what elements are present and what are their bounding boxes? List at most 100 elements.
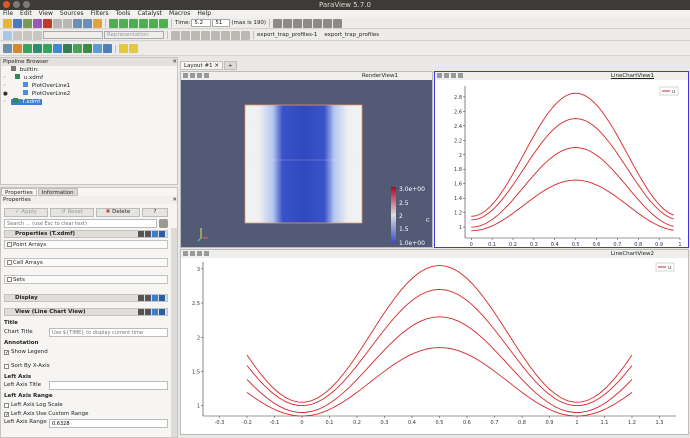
save-default-icon[interactable]	[159, 231, 165, 237]
loop-icon[interactable]	[159, 18, 168, 28]
disconnect-icon[interactable]	[43, 18, 52, 28]
next-frame-icon[interactable]	[139, 18, 148, 28]
chart2-plot[interactable]: 3 2.5 2 1.5 1 -0.3 -0.2 -0.1 0 0.1 0.2 0.3 0.4 0.5 0.6…	[181, 258, 688, 434]
clip-filter-icon[interactable]	[23, 44, 32, 53]
close-panel-icon[interactable]: ✕	[172, 196, 177, 204]
rescale-custom-icon[interactable]	[23, 30, 32, 40]
first-frame-icon[interactable]	[109, 18, 118, 28]
delete-button[interactable]: ✖ Delete	[96, 208, 140, 217]
tree-item-u-xdmf[interactable]: ◦ u.xdmf	[1, 74, 177, 82]
render-view[interactable]: RenderView1 3.0e+00 2.5 2 1.5 1.0e+00 u	[180, 71, 433, 248]
reset-default-icon[interactable]	[152, 295, 158, 301]
reset-default-icon[interactable]	[152, 231, 158, 237]
maximize-view-icon[interactable]	[451, 73, 456, 78]
open-file-icon[interactable]	[3, 18, 12, 28]
paste-icon[interactable]	[145, 309, 151, 315]
representation-select[interactable]: Representation	[104, 31, 164, 39]
zoom-to-data-icon[interactable]	[283, 18, 292, 28]
menu-macros[interactable]: Macros	[169, 10, 190, 18]
glyph-filter-icon[interactable]	[63, 44, 72, 53]
cell-arrays-checkbox[interactable]	[7, 260, 12, 265]
close-window-button[interactable]	[3, 1, 10, 8]
close-tab-icon[interactable]: ✕	[214, 63, 219, 69]
sets-box[interactable]: Sets	[4, 275, 168, 284]
recent-files-icon[interactable]	[23, 18, 32, 28]
split-horizontal-icon[interactable]	[183, 251, 188, 256]
stream-tracer-filter-icon[interactable]	[73, 44, 82, 53]
close-view-icon[interactable]	[204, 251, 209, 256]
apply-button[interactable]: ✓ Apply	[4, 208, 48, 217]
maximize-view-icon[interactable]	[197, 73, 202, 78]
play-icon[interactable]	[129, 18, 138, 28]
menu-help[interactable]: Help	[197, 10, 211, 18]
paste-icon[interactable]	[145, 295, 151, 301]
split-vertical-icon[interactable]	[190, 73, 195, 78]
series-u-line[interactable]	[471, 92, 674, 217]
coloring-select[interactable]	[43, 31, 103, 39]
mesh-field[interactable]	[244, 104, 363, 224]
time-value-input[interactable]: 5.2	[191, 19, 212, 27]
advanced-gear-icon[interactable]	[159, 219, 168, 228]
view-z-icon[interactable]	[313, 18, 322, 28]
reset-camera-icon[interactable]	[273, 18, 282, 28]
time-index-spinbox[interactable]: 51	[212, 19, 231, 27]
split-vertical-icon[interactable]	[444, 73, 449, 78]
line-chart-view-2[interactable]: LineChartView2 3 2.5 2 1.5 1 -0.3 -0.2 -0.1 0 0.1…	[180, 249, 689, 435]
menu-catalyst[interactable]: Catalyst	[137, 10, 162, 18]
series-u-line[interactable]	[246, 264, 633, 403]
save-default-icon[interactable]	[159, 295, 165, 301]
chart-title-input[interactable]	[49, 328, 168, 337]
rescale-icon[interactable]	[13, 30, 22, 40]
close-view-icon[interactable]	[204, 73, 209, 78]
rotate-icon[interactable]	[323, 18, 332, 28]
warp-vector-filter-icon[interactable]	[83, 44, 92, 53]
left-axis-custom-checkbox[interactable]: ✓	[4, 412, 9, 418]
menu-file[interactable]: File	[3, 10, 13, 18]
threshold-filter-icon[interactable]	[43, 44, 52, 53]
tab-layout-1[interactable]: Layout #1 ✕	[180, 61, 223, 70]
tree-item-t-xdmf[interactable]: ◦ T.xdmf	[1, 98, 177, 106]
visibility-eye-icon[interactable]: ●	[3, 90, 8, 98]
center-axes-icon[interactable]	[181, 30, 190, 40]
visibility-eye-icon[interactable]: ◦	[3, 98, 6, 106]
macro-export-trap-profiles[interactable]: export_trap_profiles	[324, 32, 379, 38]
split-horizontal-icon[interactable]	[437, 73, 442, 78]
pick-center-icon[interactable]	[191, 30, 200, 40]
undo-camera-icon[interactable]	[231, 30, 240, 40]
show-legend-row[interactable]: ✓ Show Legend	[4, 349, 48, 356]
copy-icon[interactable]	[138, 309, 144, 315]
select-cells-icon[interactable]	[201, 30, 210, 40]
point-arrays-checkbox[interactable]	[7, 242, 12, 247]
extract-level-filter-icon[interactable]	[103, 44, 112, 53]
maximize-window-button[interactable]	[23, 1, 30, 8]
section-properties[interactable]: Properties (T.xdmf)	[4, 230, 168, 238]
left-axis-title-input[interactable]	[49, 381, 168, 390]
reset-default-icon[interactable]	[152, 309, 158, 315]
menu-sources[interactable]: Sources	[60, 10, 84, 18]
search-input[interactable]	[4, 219, 157, 228]
redo-camera-icon[interactable]	[241, 30, 250, 40]
properties-scrollbar[interactable]	[171, 228, 177, 437]
save-default-icon[interactable]	[159, 309, 165, 315]
split-vertical-icon[interactable]	[190, 251, 195, 256]
last-frame-icon[interactable]	[149, 18, 158, 28]
visibility-eye-icon[interactable]: ◦	[3, 74, 6, 82]
add-layout-tab-button[interactable]: +	[223, 61, 237, 70]
reset-button[interactable]: ↺ Reset	[50, 208, 94, 217]
extract-subset-filter-icon[interactable]	[53, 44, 62, 53]
contour-filter-icon[interactable]	[13, 44, 22, 53]
point-arrays-box[interactable]: Point Arrays	[4, 240, 168, 249]
group-datasets-filter-icon[interactable]	[93, 44, 102, 53]
section-view[interactable]: View (Line Chart View)	[4, 308, 168, 316]
sort-by-x-row[interactable]: Sort By X-Axis	[4, 363, 50, 369]
interactive-select-icon[interactable]	[221, 30, 230, 40]
camera-undo-icon[interactable]	[73, 18, 82, 28]
help-button[interactable]: ?	[142, 208, 168, 217]
save-data-icon[interactable]	[13, 18, 22, 28]
macro-export-trap-profiles-1[interactable]: export_trap_profiles-1	[257, 32, 317, 38]
close-panel-icon[interactable]: ✕	[172, 58, 177, 66]
left-axis-log-row[interactable]: Left Axis Log Scale	[4, 402, 63, 408]
tab-properties[interactable]: Properties	[1, 188, 37, 196]
undo-icon[interactable]	[53, 18, 62, 28]
maximize-view-icon[interactable]	[197, 251, 202, 256]
